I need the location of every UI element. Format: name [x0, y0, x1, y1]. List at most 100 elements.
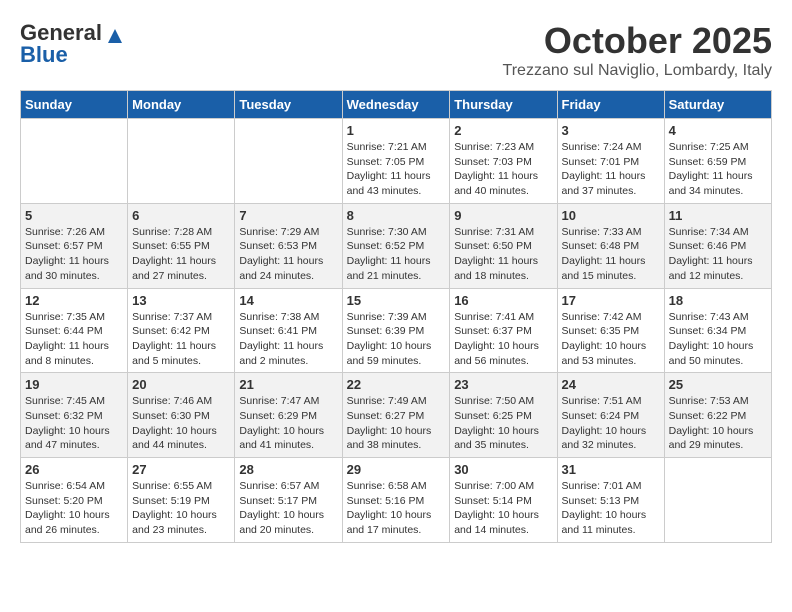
day-number: 29 [347, 462, 446, 477]
location: Trezzano sul Naviglio, Lombardy, Italy [503, 62, 772, 80]
col-wednesday: Wednesday [342, 91, 450, 119]
day-number: 1 [347, 123, 446, 138]
table-row: 13 Sunrise: 7:37 AM Sunset: 6:42 PM Dayli… [128, 288, 235, 373]
day-number: 8 [347, 208, 446, 223]
table-row: 18 Sunrise: 7:43 AM Sunset: 6:34 PM Dayli… [664, 288, 771, 373]
day-info: Sunrise: 7:41 AM Sunset: 6:37 PM Dayligh… [454, 310, 552, 369]
calendar: Sunday Monday Tuesday Wednesday Thursday… [20, 90, 772, 543]
table-row: 9 Sunrise: 7:31 AM Sunset: 6:50 PM Daylig… [450, 203, 557, 288]
table-row: 25 Sunrise: 7:53 AM Sunset: 6:22 PM Dayli… [664, 373, 771, 458]
day-number: 14 [239, 293, 337, 308]
table-row [235, 119, 342, 204]
day-info: Sunrise: 6:55 AM Sunset: 5:19 PM Dayligh… [132, 479, 230, 538]
title-section: October 2025 Trezzano sul Naviglio, Lomb… [503, 20, 772, 80]
day-number: 20 [132, 377, 230, 392]
day-info: Sunrise: 7:31 AM Sunset: 6:50 PM Dayligh… [454, 225, 552, 284]
table-row [664, 458, 771, 543]
day-info: Sunrise: 7:28 AM Sunset: 6:55 PM Dayligh… [132, 225, 230, 284]
day-info: Sunrise: 7:45 AM Sunset: 6:32 PM Dayligh… [25, 394, 123, 453]
calendar-week-row: 5Sunrise: 7:26 AM Sunset: 6:57 PM Daylig… [21, 203, 772, 288]
table-row: 23 Sunrise: 7:50 AM Sunset: 6:25 PM Dayli… [450, 373, 557, 458]
table-row: 30 Sunrise: 7:00 AM Sunset: 5:14 PM Dayli… [450, 458, 557, 543]
day-number: 23 [454, 377, 552, 392]
table-row: 28 Sunrise: 6:57 AM Sunset: 5:17 PM Dayli… [235, 458, 342, 543]
table-row: 22 Sunrise: 7:49 AM Sunset: 6:27 PM Dayli… [342, 373, 450, 458]
day-number: 15 [347, 293, 446, 308]
day-info: Sunrise: 7:42 AM Sunset: 6:35 PM Dayligh… [562, 310, 660, 369]
day-info: Sunrise: 6:57 AM Sunset: 5:17 PM Dayligh… [239, 479, 337, 538]
table-row: 27Sunrise: 6:55 AM Sunset: 5:19 PM Dayli… [128, 458, 235, 543]
day-info: Sunrise: 7:33 AM Sunset: 6:48 PM Dayligh… [562, 225, 660, 284]
table-row: 14 Sunrise: 7:38 AM Sunset: 6:41 PM Dayli… [235, 288, 342, 373]
day-number: 25 [669, 377, 767, 392]
day-number: 19 [25, 377, 123, 392]
day-info: Sunrise: 7:23 AM Sunset: 7:03 PM Dayligh… [454, 140, 552, 199]
month-year: October 2025 [503, 20, 772, 62]
day-number: 10 [562, 208, 660, 223]
col-saturday: Saturday [664, 91, 771, 119]
day-number: 7 [239, 208, 337, 223]
day-number: 6 [132, 208, 230, 223]
day-number: 28 [239, 462, 337, 477]
table-row: 7 Sunrise: 7:29 AM Sunset: 6:53 PM Daylig… [235, 203, 342, 288]
day-info: Sunrise: 7:39 AM Sunset: 6:39 PM Dayligh… [347, 310, 446, 369]
day-number: 2 [454, 123, 552, 138]
day-info: Sunrise: 7:30 AM Sunset: 6:52 PM Dayligh… [347, 225, 446, 284]
table-row: 6 Sunrise: 7:28 AM Sunset: 6:55 PM Daylig… [128, 203, 235, 288]
table-row: 12Sunrise: 7:35 AM Sunset: 6:44 PM Dayli… [21, 288, 128, 373]
table-row: 11Sunrise: 7:34 AM Sunset: 6:46 PM Dayli… [664, 203, 771, 288]
table-row: 24Sunrise: 7:51 AM Sunset: 6:24 PM Dayli… [557, 373, 664, 458]
table-row: 17Sunrise: 7:42 AM Sunset: 6:35 PM Dayli… [557, 288, 664, 373]
day-number: 4 [669, 123, 767, 138]
day-number: 13 [132, 293, 230, 308]
day-number: 9 [454, 208, 552, 223]
calendar-week-row: 1Sunrise: 7:21 AM Sunset: 7:05 PM Daylig… [21, 119, 772, 204]
day-number: 31 [562, 462, 660, 477]
day-info: Sunrise: 7:00 AM Sunset: 5:14 PM Dayligh… [454, 479, 552, 538]
day-number: 12 [25, 293, 123, 308]
table-row: 29Sunrise: 6:58 AM Sunset: 5:16 PM Dayli… [342, 458, 450, 543]
calendar-header-row: Sunday Monday Tuesday Wednesday Thursday… [21, 91, 772, 119]
day-info: Sunrise: 7:51 AM Sunset: 6:24 PM Dayligh… [562, 394, 660, 453]
calendar-week-row: 26 Sunrise: 6:54 AM Sunset: 5:20 PM Dayli… [21, 458, 772, 543]
day-info: Sunrise: 7:26 AM Sunset: 6:57 PM Dayligh… [25, 225, 123, 284]
table-row: 31 Sunrise: 7:01 AM Sunset: 5:13 PM Dayli… [557, 458, 664, 543]
day-info: Sunrise: 7:53 AM Sunset: 6:22 PM Dayligh… [669, 394, 767, 453]
day-info: Sunrise: 6:54 AM Sunset: 5:20 PM Dayligh… [25, 479, 123, 538]
table-row: 5Sunrise: 7:26 AM Sunset: 6:57 PM Daylig… [21, 203, 128, 288]
day-number: 11 [669, 208, 767, 223]
day-info: Sunrise: 7:29 AM Sunset: 6:53 PM Dayligh… [239, 225, 337, 284]
table-row: 4Sunrise: 7:25 AM Sunset: 6:59 PM Daylig… [664, 119, 771, 204]
col-sunday: Sunday [21, 91, 128, 119]
day-info: Sunrise: 7:38 AM Sunset: 6:41 PM Dayligh… [239, 310, 337, 369]
table-row: 16 Sunrise: 7:41 AM Sunset: 6:37 PM Dayli… [450, 288, 557, 373]
col-thursday: Thursday [450, 91, 557, 119]
day-info: Sunrise: 7:50 AM Sunset: 6:25 PM Dayligh… [454, 394, 552, 453]
day-number: 22 [347, 377, 446, 392]
table-row [21, 119, 128, 204]
table-row: 15 Sunrise: 7:39 AM Sunset: 6:39 PM Dayli… [342, 288, 450, 373]
col-friday: Friday [557, 91, 664, 119]
day-number: 3 [562, 123, 660, 138]
day-number: 16 [454, 293, 552, 308]
day-number: 30 [454, 462, 552, 477]
table-row: 10 Sunrise: 7:33 AM Sunset: 6:48 PM Dayli… [557, 203, 664, 288]
day-info: Sunrise: 7:47 AM Sunset: 6:29 PM Dayligh… [239, 394, 337, 453]
day-info: Sunrise: 7:24 AM Sunset: 7:01 PM Dayligh… [562, 140, 660, 199]
day-info: Sunrise: 7:49 AM Sunset: 6:27 PM Dayligh… [347, 394, 446, 453]
table-row [128, 119, 235, 204]
day-info: Sunrise: 7:37 AM Sunset: 6:42 PM Dayligh… [132, 310, 230, 369]
logo: General Blue [20, 20, 122, 66]
day-info: Sunrise: 7:01 AM Sunset: 5:13 PM Dayligh… [562, 479, 660, 538]
logo-blue-text: Blue [20, 44, 68, 66]
table-row: 26 Sunrise: 6:54 AM Sunset: 5:20 PM Dayli… [21, 458, 128, 543]
table-row: 8 Sunrise: 7:30 AM Sunset: 6:52 PM Daylig… [342, 203, 450, 288]
col-tuesday: Tuesday [235, 91, 342, 119]
day-info: Sunrise: 7:43 AM Sunset: 6:34 PM Dayligh… [669, 310, 767, 369]
day-number: 18 [669, 293, 767, 308]
day-info: Sunrise: 7:46 AM Sunset: 6:30 PM Dayligh… [132, 394, 230, 453]
day-number: 26 [25, 462, 123, 477]
table-row: 3 Sunrise: 7:24 AM Sunset: 7:01 PM Daylig… [557, 119, 664, 204]
header: General Blue October 2025 Trezzano sul N… [20, 20, 772, 80]
col-monday: Monday [128, 91, 235, 119]
